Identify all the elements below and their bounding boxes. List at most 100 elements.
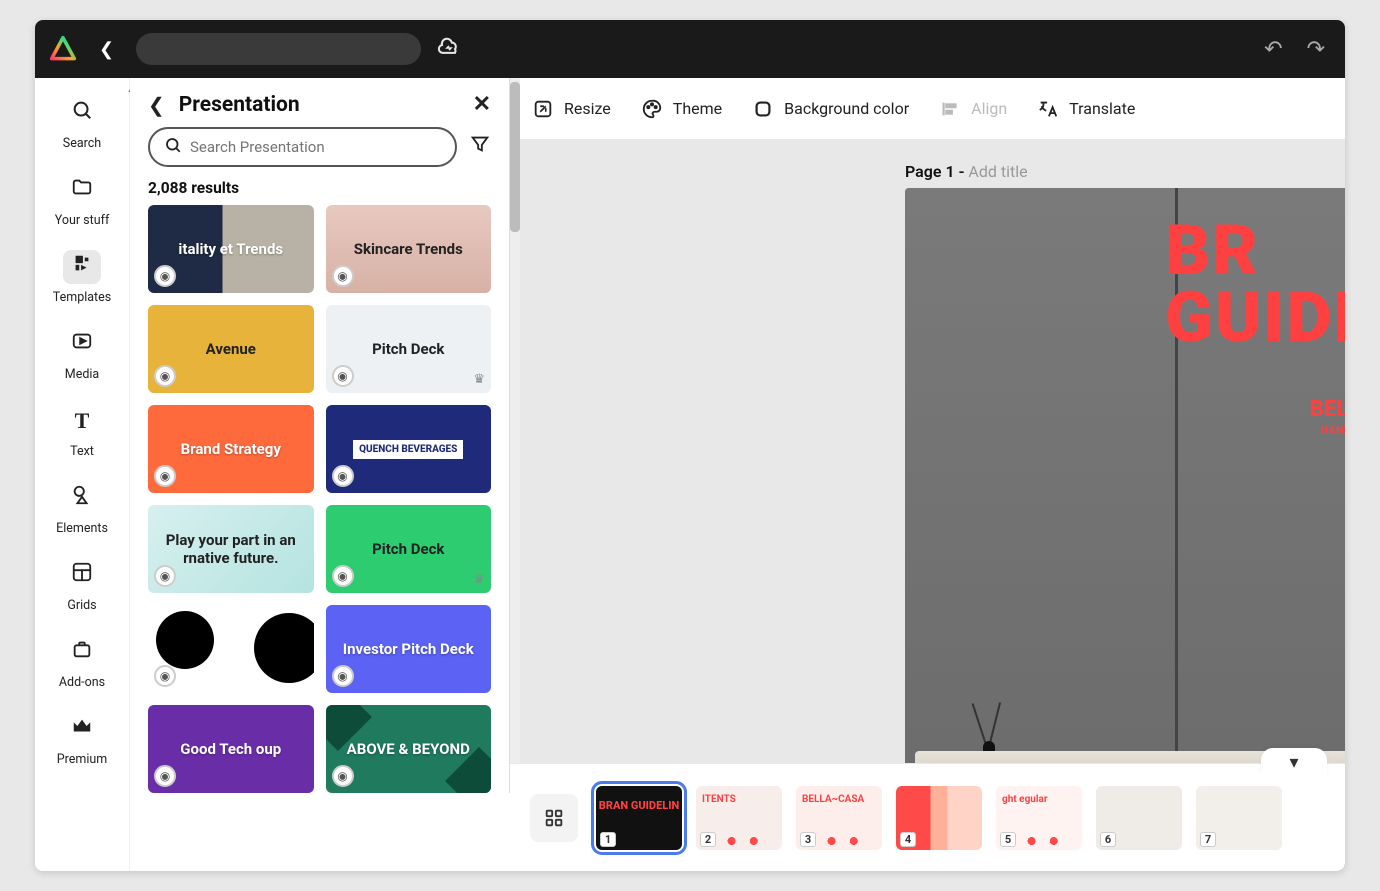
page-thumb-label: BELLA~CASA [796, 786, 882, 813]
tool-label: Align [971, 99, 1007, 118]
align-icon [939, 98, 961, 120]
pagestrip-collapse-button[interactable]: ▾ [1261, 748, 1327, 776]
template-thumbnail[interactable]: Investor Pitch Deck◉ [326, 605, 492, 693]
page-number-badge: 5 [1000, 832, 1016, 847]
panel-header: ❮ Presentation ✕ [148, 92, 491, 117]
templates-panel: ❮ Presentation ✕ 2,088 results itality e… [130, 78, 510, 793]
addons-icon [71, 638, 93, 666]
rail-label: Media [65, 367, 99, 382]
square-icon [752, 98, 774, 120]
shapes-icon [71, 484, 93, 512]
camera-badge-icon: ◉ [154, 665, 176, 687]
rail-item-addons[interactable]: Add-ons [40, 627, 125, 698]
filter-button[interactable] [469, 133, 491, 161]
rail-label: Add-ons [59, 675, 105, 690]
search-icon [71, 99, 93, 127]
template-label: ABOVE & BEYOND [343, 736, 474, 762]
templates-icon [71, 253, 93, 281]
template-label: Pitch Deck [368, 536, 448, 562]
page-title-hint[interactable]: Add title [968, 162, 1027, 181]
template-label: itality et Trends [174, 236, 287, 262]
page-number-badge: 4 [900, 832, 916, 847]
canvas-viewport[interactable]: Page 1 - Add title BR GUIDE BELLA HANDMA… [510, 140, 1345, 871]
page-thumbnail[interactable]: 4 [896, 786, 982, 850]
redo-button[interactable]: ↷ [1301, 37, 1331, 62]
template-thumbnail[interactable]: Skincare Trends ◉ [326, 205, 492, 293]
page-thumbnail[interactable]: ITENTS 2 [696, 786, 782, 850]
left-rail: ▲ Search Your stuff Templates Media T Te… [35, 78, 130, 871]
camera-badge-icon: ◉ [332, 465, 354, 487]
slide-brand-small[interactable]: HANDMAD [1321, 424, 1345, 437]
rail-label: Elements [56, 521, 108, 536]
template-thumbnail[interactable]: Pitch Deck◉♛ [326, 505, 492, 593]
panel-title: Presentation [179, 93, 459, 117]
media-icon [71, 330, 93, 358]
tool-theme[interactable]: Theme [641, 98, 722, 120]
rail-label: Text [70, 444, 94, 459]
camera-badge-icon: ◉ [154, 365, 176, 387]
page-thumbnail[interactable]: 6 [1096, 786, 1182, 850]
rail-item-elements[interactable]: Elements [40, 473, 125, 544]
template-thumbnail[interactable]: ABOVE & BEYOND◉ [326, 705, 492, 793]
grid-view-button[interactable] [530, 794, 578, 842]
page-number-badge: 1 [600, 832, 616, 847]
tool-background-color[interactable]: Background color [752, 98, 909, 120]
tool-label: Theme [673, 99, 722, 118]
rail-item-your-stuff[interactable]: Your stuff [40, 165, 125, 236]
camera-badge-icon: ◉ [332, 265, 354, 287]
rail-item-text[interactable]: T Text [40, 396, 125, 467]
template-thumbnail[interactable]: Brand Strategy◉ [148, 405, 314, 493]
slide-brand-sub[interactable]: BELLA [1310, 398, 1345, 422]
page-thumbnail[interactable]: ght egular 5 [996, 786, 1082, 850]
document-title-input[interactable] [136, 33, 421, 65]
template-thumbnail[interactable]: ◉ [148, 605, 314, 693]
template-thumbnail[interactable]: QUENCH BEVERAGES◉ [326, 405, 492, 493]
panel-search-row [148, 127, 491, 167]
page-number-badge: 6 [1100, 832, 1116, 847]
page-thumbnail[interactable]: 7 [1196, 786, 1282, 850]
rail-item-grids[interactable]: Grids [40, 550, 125, 621]
page-thumb-label: ght egular [996, 786, 1082, 813]
rail-item-search[interactable]: Search [40, 88, 125, 159]
page-thumbnail[interactable]: BELLA~CASA3 [796, 786, 882, 850]
camera-badge-icon: ◉ [154, 765, 176, 787]
camera-badge-icon: ◉ [154, 265, 176, 287]
rail-item-templates[interactable]: Templates [40, 242, 125, 313]
camera-badge-icon: ◉ [154, 565, 176, 587]
template-thumbnail[interactable]: Pitch Deck◉♛ [326, 305, 492, 393]
template-thumbnail[interactable]: Avenue◉ [148, 305, 314, 393]
template-thumbnail[interactable]: Play your part in an rnative future.◉ [148, 505, 314, 593]
page-label[interactable]: Page 1 - Add title [905, 162, 1028, 181]
search-icon [164, 136, 182, 158]
page-number-badge: 2 [700, 832, 716, 847]
panel-back-button[interactable]: ❮ [148, 93, 165, 117]
tool-translate[interactable]: Translate [1037, 98, 1135, 120]
template-label: Play your part in an rnative future. [148, 527, 314, 571]
rail-item-media[interactable]: Media [40, 319, 125, 390]
adobe-express-logo-icon[interactable] [49, 35, 77, 63]
nav-back-button[interactable]: ❮ [89, 33, 124, 66]
template-thumbnail[interactable]: itality et Trends ◉ [148, 205, 314, 293]
page-thumb-label: ITENTS [696, 786, 782, 813]
page-thumb-label: BRAN GUIDELIN [596, 786, 682, 811]
undo-button[interactable]: ↶ [1258, 37, 1288, 62]
template-label: Skincare Trends [350, 236, 467, 262]
cloud-sync-icon[interactable] [437, 35, 461, 64]
editor-toolbar: Resize Theme Background color Align Tran… [510, 78, 1345, 140]
rail-label: Search [63, 136, 101, 151]
panel-search-box[interactable] [148, 127, 457, 167]
tool-label: Translate [1069, 99, 1135, 118]
page-number-badge: 7 [1200, 832, 1216, 847]
panel-close-button[interactable]: ✕ [473, 92, 491, 117]
translate-icon [1037, 98, 1059, 120]
camera-badge-icon: ◉ [332, 365, 354, 387]
slide-brand-title[interactable]: BR GUIDE [1165, 218, 1345, 351]
rail-label: Grids [67, 598, 96, 613]
premium-crown-icon: ♛ [473, 572, 485, 587]
rail-item-premium[interactable]: Premium [40, 704, 125, 775]
page-thumbnail[interactable]: BRAN GUIDELIN 1 [596, 786, 682, 850]
tool-resize[interactable]: Resize [532, 98, 611, 120]
panel-search-input[interactable] [190, 138, 441, 156]
template-thumbnail[interactable]: Good Tech oup◉ [148, 705, 314, 793]
template-label: Pitch Deck [368, 336, 448, 362]
